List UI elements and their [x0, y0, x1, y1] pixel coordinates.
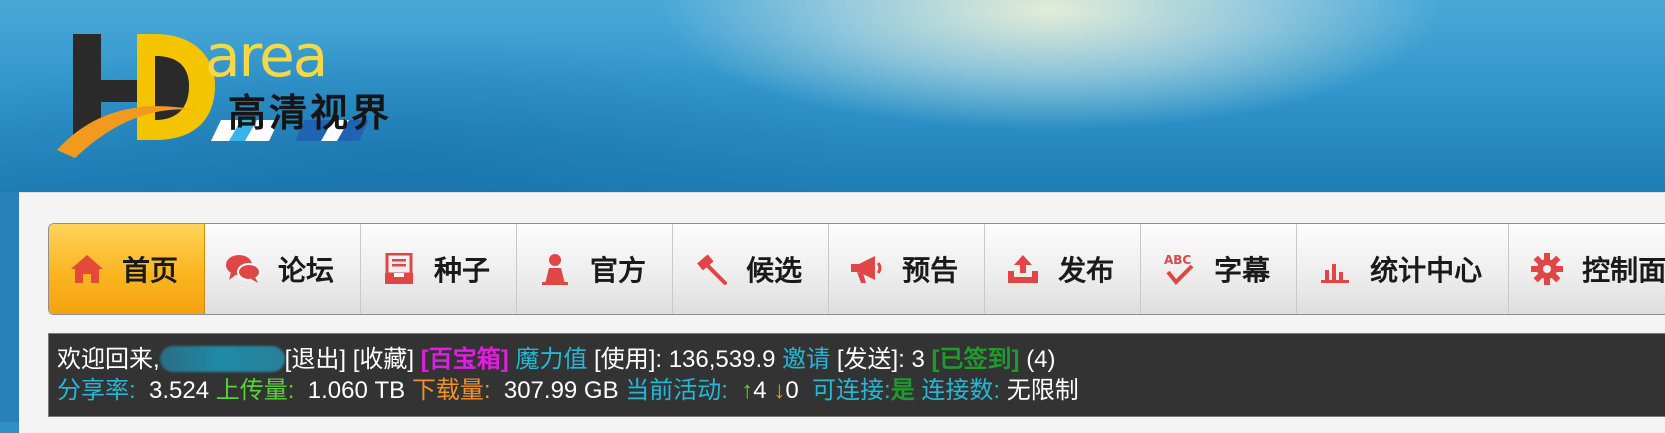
download-label: 下载量:: [411, 377, 491, 404]
user-info-row-2: 分享率: 3.524 上传量: 1.060 TB 下载量: 307.99 GB …: [57, 375, 1665, 406]
nav-label-subtitles: 字幕: [1214, 254, 1271, 287]
nav-item-control-panel[interactable]: 控制面板: [1509, 224, 1665, 314]
user-info-bar: 欢迎回来, [退出] [收藏] [百宝箱] 魔力值 [使用]: 136,539.9…: [48, 333, 1665, 417]
signed-in-badge[interactable]: [已签到]: [932, 346, 1020, 373]
home-icon: [69, 251, 105, 287]
invite-send-link[interactable]: [发送]: [837, 346, 898, 373]
upload-label: 上传量:: [215, 377, 295, 404]
nav-item-torrents[interactable]: 种子: [361, 224, 518, 314]
nav-item-upload[interactable]: 发布: [985, 224, 1142, 314]
arrow-down-icon: ↓: [773, 377, 786, 404]
nav-label-torrents: 种子: [434, 254, 491, 287]
seeding-count[interactable]: 4: [753, 377, 766, 404]
nav-item-official[interactable]: 官方: [517, 224, 674, 314]
nav-item-home[interactable]: 首页: [49, 224, 206, 314]
inbox-icon: [381, 251, 417, 287]
upload-icon: [1005, 251, 1041, 287]
logo-area-text: area: [205, 28, 326, 90]
logout-link[interactable]: [退出]: [285, 346, 346, 373]
favorites-link[interactable]: [收藏]: [353, 346, 414, 373]
ratio-label: 分享率:: [57, 377, 136, 404]
username-redacted[interactable]: [159, 346, 285, 372]
nav-item-preview[interactable]: 预告: [829, 224, 986, 314]
megaphone-icon: [849, 251, 885, 287]
logo-chinese-text: 高清视界: [228, 90, 393, 135]
svg-text:ABC: ABC: [1164, 253, 1191, 267]
nav-item-stats[interactable]: 统计中心: [1297, 224, 1510, 314]
chat-bubbles-icon: [225, 251, 262, 287]
connectable-value: 是: [890, 377, 915, 404]
signed-count: (4): [1026, 346, 1056, 373]
nav-label-home: 首页: [122, 254, 179, 287]
arrow-up-icon: ↑: [741, 377, 754, 404]
main-nav: 首页 论坛 种子 官方 候选 预告 发布 ABC 字幕 统计中心 控制面: [48, 223, 1665, 315]
gear-icon: [1529, 251, 1565, 287]
connections-label: 连接数:: [921, 377, 1001, 404]
leeching-count[interactable]: 0: [785, 377, 798, 404]
user-icon: [537, 251, 573, 287]
user-info-row-1: 欢迎回来, [退出] [收藏] [百宝箱] 魔力值 [使用]: 136,539.9…: [57, 344, 1665, 375]
left-edge: [0, 192, 19, 422]
bonus-label[interactable]: 魔力值: [515, 346, 587, 373]
gavel-icon: [693, 251, 729, 287]
bar-chart-icon: [1317, 251, 1353, 287]
bonus-use-link[interactable]: [使用]: [594, 346, 655, 373]
bonus-value: : 136,539.9: [655, 346, 776, 373]
nav-item-candidates[interactable]: 候选: [673, 224, 830, 314]
header-banner: area 高清视界: [0, 0, 1665, 200]
active-label: 当前活动:: [625, 377, 728, 404]
nav-label-preview: 预告: [902, 254, 959, 287]
ratio-value: 3.524: [149, 377, 210, 404]
upload-value: 1.060 TB: [307, 377, 406, 404]
download-value: 307.99 GB: [503, 377, 619, 404]
abc-check-icon: ABC: [1161, 251, 1197, 287]
invite-label[interactable]: 邀请: [782, 346, 830, 373]
nav-label-upload: 发布: [1058, 254, 1115, 287]
nav-label-candidates: 候选: [746, 254, 803, 287]
connectable-label: 可连接:: [812, 377, 891, 404]
nav-item-forum[interactable]: 论坛: [205, 224, 362, 314]
nav-label-forum: 论坛: [278, 254, 335, 287]
nav-label-stats: 统计中心: [1370, 254, 1483, 287]
treasure-box-link[interactable]: [百宝箱]: [421, 346, 509, 373]
connections-value: 无限制: [1006, 377, 1079, 404]
welcome-text: 欢迎回来,: [57, 346, 160, 373]
nav-item-subtitles[interactable]: ABC 字幕: [1141, 224, 1298, 314]
invite-value: : 3: [898, 346, 925, 373]
nav-label-control-panel: 控制面板: [1582, 254, 1665, 287]
nav-label-official: 官方: [590, 254, 647, 287]
